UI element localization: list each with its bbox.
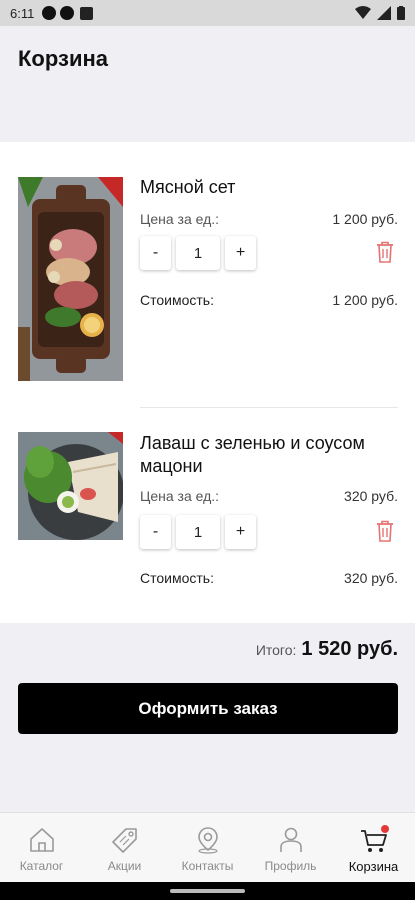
home-icon: [29, 828, 54, 852]
nav-label: Контакты: [181, 859, 234, 873]
trash-icon[interactable]: [374, 240, 396, 264]
increase-button[interactable]: +: [225, 515, 256, 549]
unit-price-row: Цена за ед.: 1 200 руб.: [140, 211, 398, 227]
status-bar: 6:11: [0, 0, 415, 26]
bottom-nav: Каталог Акции Контакты Профиль Корзина: [0, 812, 415, 882]
user-icon: [279, 827, 302, 852]
nav-label: Профиль: [264, 859, 317, 873]
nav-item-contacts[interactable]: Контакты: [166, 813, 249, 882]
product-name: Лаваш с зеленью и соусом мацони: [140, 433, 365, 476]
nav-label: Корзина: [348, 859, 399, 874]
signal-icon: [377, 6, 391, 20]
nav-item-profile[interactable]: Профиль: [249, 813, 332, 882]
product-image[interactable]: [18, 177, 123, 381]
cost-row: Стоимость: 320 руб.: [140, 570, 398, 586]
unit-price-value: 320 руб.: [344, 488, 398, 504]
checkout-button[interactable]: Оформить заказ: [18, 683, 398, 734]
cost-label: Стоимость:: [140, 570, 214, 586]
nav-item-catalog[interactable]: Каталог: [0, 813, 83, 882]
decrease-button[interactable]: -: [140, 515, 171, 549]
trash-icon[interactable]: [374, 519, 396, 543]
gesture-bar: [0, 882, 415, 900]
product-name: Мясной сет: [140, 177, 236, 197]
home-gesture-handle[interactable]: [170, 889, 245, 893]
cart-item: Мясной сет Цена за ед.: 1 200 руб. - 1 +…: [0, 142, 415, 408]
cost-label: Стоимость:: [140, 292, 214, 308]
nav-item-promotions[interactable]: Акции: [83, 813, 166, 882]
unit-price-value: 1 200 руб.: [332, 211, 398, 227]
unit-price-label: Цена за ед.:: [140, 488, 220, 504]
tag-icon: [111, 828, 137, 853]
cost-row: Стоимость: 1 200 руб.: [140, 292, 398, 308]
decrease-button[interactable]: -: [140, 236, 171, 270]
total-value: 1 520 руб.: [301, 638, 398, 660]
total-row: Итого: 1 520 руб.: [256, 638, 398, 661]
quantity-value: 1: [176, 515, 220, 549]
status-time: 6:11: [10, 5, 35, 21]
unit-price-row: Цена за ед.: 320 руб.: [140, 488, 398, 504]
battery-icon: [397, 6, 405, 20]
notification-icon: [60, 6, 75, 20]
quantity-stepper: - 1 +: [140, 515, 256, 549]
quantity-value: 1: [176, 236, 220, 270]
cart-list: Мясной сет Цена за ед.: 1 200 руб. - 1 +…: [0, 142, 415, 623]
page-title: Корзина: [18, 46, 108, 71]
increase-button[interactable]: +: [225, 236, 256, 270]
header: Корзина: [0, 26, 415, 142]
nav-label: Акции: [107, 859, 142, 873]
nav-item-cart[interactable]: Корзина: [332, 813, 415, 882]
cart-item: Лаваш с зеленью и соусом мацони Цена за …: [0, 407, 415, 623]
unit-price-label: Цена за ед.:: [140, 211, 220, 227]
wifi-icon: [355, 6, 371, 19]
notification-icon: [42, 6, 57, 20]
cost-value: 1 200 руб.: [332, 292, 398, 308]
app-notification-icon: [80, 6, 94, 20]
product-image[interactable]: [18, 432, 123, 540]
location-pin-icon: [197, 827, 218, 854]
cart-icon: [360, 825, 389, 852]
total-label: Итого:: [255, 642, 297, 658]
cost-value: 320 руб.: [344, 570, 398, 586]
quantity-stepper: - 1 +: [140, 236, 256, 270]
nav-label: Каталог: [19, 859, 64, 873]
